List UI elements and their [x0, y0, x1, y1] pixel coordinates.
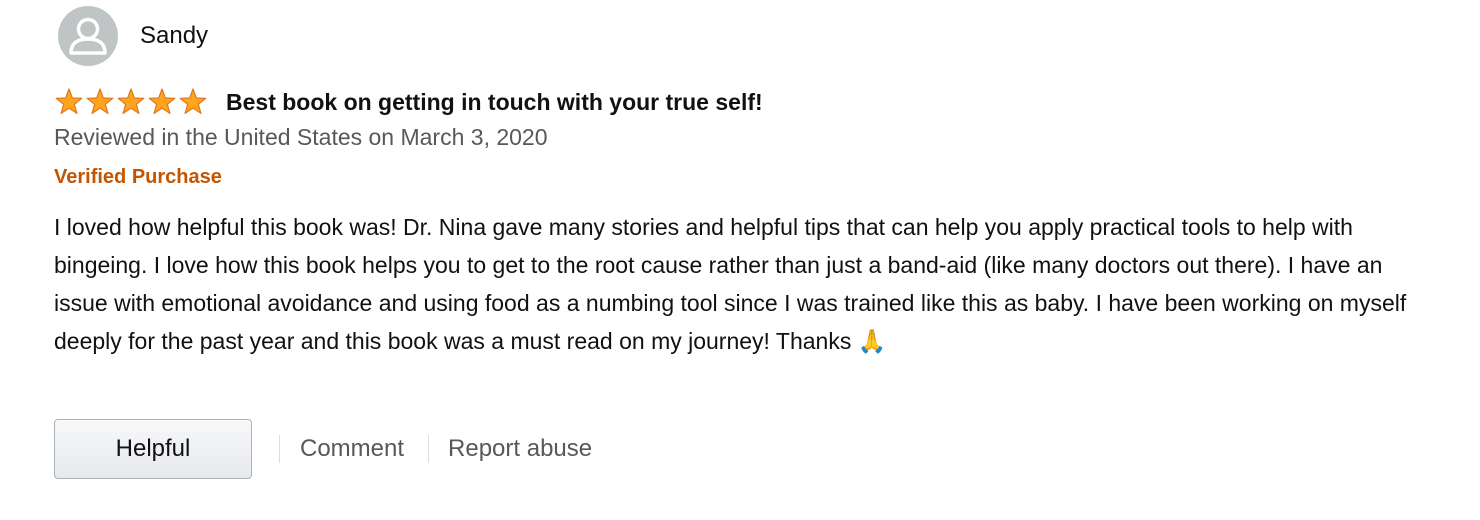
review-title-row: Best book on getting in touch with your … [54, 86, 763, 118]
verified-purchase-badge[interactable]: Verified Purchase [54, 166, 222, 189]
review-title[interactable]: Best book on getting in touch with your … [226, 89, 763, 116]
review-date: Reviewed in the United States on March 3… [54, 124, 548, 150]
reviewer-profile[interactable]: Sandy [58, 6, 208, 66]
reviewer-name[interactable]: Sandy [140, 22, 208, 50]
comment-link[interactable]: Comment [300, 435, 404, 463]
star-filled-icon [148, 88, 176, 115]
star-filled-icon [86, 88, 114, 115]
review-actions: Helpful Comment Report abuse [54, 418, 592, 480]
review-body: I loved how helpful this book was! Dr. N… [54, 214, 1407, 354]
user-silhouette-icon [69, 17, 107, 55]
divider [428, 435, 430, 463]
star-filled-icon [179, 88, 207, 115]
review-card: Sandy Best book on getting in touch with… [0, 0, 1480, 520]
avatar[interactable] [58, 6, 118, 66]
report-abuse-link[interactable]: Report abuse [448, 435, 592, 463]
divider [279, 435, 280, 463]
helpful-button[interactable]: Helpful [54, 419, 252, 479]
star-filled-icon [117, 88, 145, 115]
star-filled-icon [55, 88, 83, 115]
star-rating[interactable] [54, 88, 208, 116]
